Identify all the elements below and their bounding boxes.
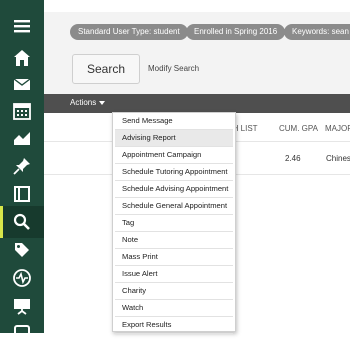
menu-icon [14, 20, 30, 33]
menu-item-tag[interactable]: Tag [115, 215, 233, 232]
menu-item-schedule-tutoring[interactable]: Schedule Tutoring Appointment [115, 164, 233, 181]
tag-icon [15, 243, 29, 257]
menu-item-watch[interactable]: Watch [115, 300, 233, 317]
menu-item-mass-print[interactable]: Mass Print [115, 249, 233, 266]
menu-item-charity[interactable]: Charity [115, 283, 233, 300]
pin-icon [13, 158, 30, 175]
column-header-major[interactable]: MAJOR [325, 124, 350, 133]
sidebar-nav [0, 0, 44, 343]
activity-icon [13, 269, 31, 287]
menu-item-issue-alert[interactable]: Issue Alert [115, 266, 233, 283]
menu-item-send-message[interactable]: Send Message [115, 113, 233, 130]
actions-label: Actions [70, 98, 97, 107]
sidebar-item-documents[interactable] [0, 318, 44, 350]
caret-down-icon [99, 100, 106, 105]
menu-item-schedule-advising[interactable]: Schedule Advising Appointment [115, 181, 233, 198]
presentation-icon [14, 299, 30, 315]
menu-item-advising-report[interactable]: Advising Report [115, 130, 233, 147]
modify-search-link[interactable]: Modify Search [148, 64, 199, 73]
main-content: Standard User Type: student Enrolled in … [44, 0, 350, 334]
search-button[interactable]: Search [72, 54, 140, 84]
document-icon [14, 325, 30, 343]
actions-dropdown[interactable]: Actions [70, 98, 106, 107]
calendar-icon [13, 103, 31, 120]
menu-item-note[interactable]: Note [115, 232, 233, 249]
menu-item-appointment-campaign[interactable]: Appointment Campaign [115, 147, 233, 164]
table-cell-major: Chinese [326, 154, 350, 163]
filter-pill-enrolled[interactable]: Enrolled in Spring 2016 [186, 24, 286, 40]
menu-item-export-results[interactable]: Export Results [115, 317, 233, 334]
chart-icon [14, 132, 30, 145]
menu-item-schedule-general[interactable]: Schedule General Appointment [115, 198, 233, 215]
home-icon [14, 50, 30, 66]
column-header-cum-gpa[interactable]: CUM. GPA [279, 124, 318, 133]
book-icon [14, 186, 30, 202]
menu-toggle[interactable] [0, 10, 44, 42]
table-cell-gpa: 2.46 [285, 154, 301, 163]
actions-menu: Send Message Advising Report Appointment… [112, 112, 236, 334]
top-bar [44, 0, 350, 12]
filter-pill-user-type[interactable]: Standard User Type: student [70, 24, 188, 40]
filter-pill-keywords[interactable]: Keywords: sean ry [284, 24, 350, 40]
mail-icon [13, 78, 31, 90]
search-icon [13, 213, 30, 230]
